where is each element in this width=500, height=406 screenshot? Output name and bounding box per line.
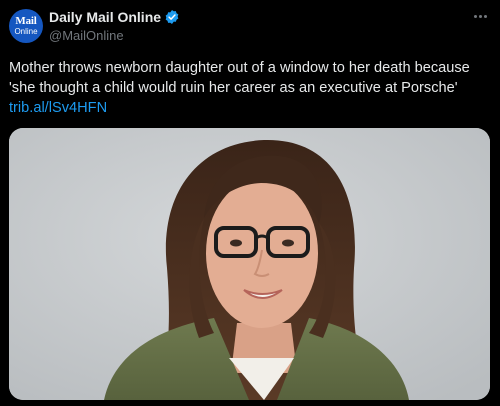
- display-name[interactable]: Daily Mail Online: [49, 9, 161, 25]
- avatar-logo-text: Mail: [15, 15, 37, 27]
- tweet-link[interactable]: trib.al/lSv4HFN: [9, 98, 493, 118]
- dot: [473, 14, 477, 18]
- account-avatar[interactable]: Mail Online: [9, 9, 43, 43]
- account-handle[interactable]: @MailOnline: [49, 28, 124, 43]
- tweet-text: Mother throws newborn daughter out of a …: [9, 58, 493, 118]
- avatar-logo-subtext: Online: [14, 27, 38, 36]
- more-options-icon[interactable]: [470, 8, 490, 24]
- verified-badge-icon: [164, 9, 180, 25]
- account-name-row[interactable]: Daily Mail Online: [49, 8, 180, 26]
- tweet-text-line: Mother throws newborn daughter out of a …: [9, 60, 470, 76]
- tweet-text-line: 'she thought a child would ruin her care…: [9, 80, 458, 96]
- tweet-photo[interactable]: [9, 128, 490, 400]
- tweet-card[interactable]: Mail Online Daily Mail Online @MailOnlin…: [0, 0, 500, 406]
- dot: [478, 14, 482, 18]
- dot: [483, 14, 487, 18]
- photo-woman-portrait-icon: [9, 128, 490, 400]
